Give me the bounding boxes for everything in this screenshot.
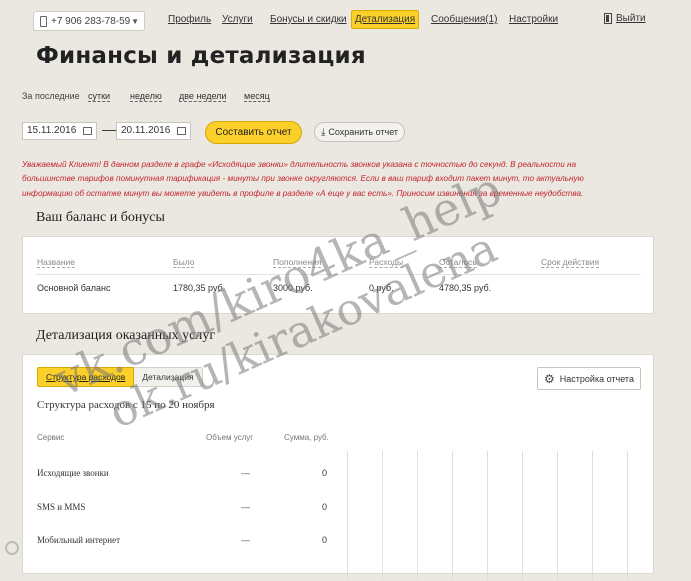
save-report-button[interactable]: ⤓ Сохранить отчет <box>314 122 405 142</box>
nav-profile[interactable]: Профиль <box>168 14 211 25</box>
calendar-icon[interactable] <box>177 127 186 135</box>
service-row-volume: — <box>241 468 250 478</box>
service-row-sum: 0 <box>322 468 328 478</box>
service-row-label: SMS и MMS <box>37 502 86 512</box>
phone-icon <box>40 15 47 27</box>
phone-number: +7 906 283-78-59 <box>51 15 131 27</box>
chart-gridline <box>557 451 558 581</box>
nav-messages[interactable]: Сообщения(1) <box>431 14 498 25</box>
nav-services[interactable]: Услуги <box>222 14 253 25</box>
date-separator: — <box>102 121 116 137</box>
col-was[interactable]: Было <box>173 257 195 268</box>
phone-selector[interactable]: +7 906 283-78-59 ▼ <box>33 11 145 31</box>
service-row-volume: — <box>241 535 250 545</box>
period-two-weeks[interactable]: две недели <box>179 91 227 102</box>
service-row-sum: 0 <box>322 535 328 545</box>
chart-gridline <box>417 451 418 581</box>
chart-gridline <box>522 451 523 581</box>
calendar-icon[interactable] <box>83 127 92 135</box>
date-to-value: 20.11.2016 <box>121 125 171 136</box>
col-sum: Сумма, руб. <box>284 433 329 442</box>
logout-link[interactable]: Выйти <box>604 13 646 24</box>
nav-settings[interactable]: Настройки <box>509 14 558 25</box>
top-navigation-bar: +7 906 283-78-59 ▼ Профиль Услуги Бонусы… <box>0 0 691 44</box>
service-row-volume: — <box>241 502 250 512</box>
col-term[interactable]: Срок действия <box>541 257 600 268</box>
service-row-label: Исходящие звонки <box>37 468 109 478</box>
nav-details-active[interactable]: Детализация <box>351 10 419 29</box>
compose-report-button[interactable]: Составить отчет <box>205 121 302 144</box>
period-week[interactable]: неделю <box>130 91 162 102</box>
col-service: Сервис <box>37 433 65 442</box>
nav-bonuses[interactable]: Бонусы и скидки <box>270 14 347 25</box>
chart-gridline <box>452 451 453 581</box>
watermark-logo-icon <box>5 541 19 555</box>
chart-gridline <box>382 451 383 581</box>
date-to-input[interactable]: 20.11.2016 <box>116 122 191 140</box>
service-row-sum: 0 <box>322 502 328 512</box>
col-name[interactable]: Название <box>37 257 75 268</box>
page-title: Финансы и детализация <box>36 43 366 69</box>
report-settings-button[interactable]: ⚙ Настройка отчета <box>537 367 641 390</box>
logout-label: Выйти <box>616 13 646 24</box>
report-settings-label: Настройка отчета <box>559 373 634 384</box>
service-row-label: Мобильный интернет <box>37 535 121 545</box>
door-exit-icon <box>604 13 612 24</box>
download-icon: ⤓ <box>320 126 326 138</box>
date-from-value: 15.11.2016 <box>27 125 77 136</box>
date-from-input[interactable]: 15.11.2016 <box>22 122 97 140</box>
chart-gridline <box>487 451 488 581</box>
chevron-down-icon: ▼ <box>131 16 139 26</box>
notice-text: Уважаемый Клиент! В данном разделе в гра… <box>22 160 584 198</box>
chart-gridline <box>347 451 348 581</box>
chart-gridline <box>627 451 628 581</box>
period-day[interactable]: сутки <box>88 91 111 102</box>
save-report-label: Сохранить отчет <box>328 127 399 137</box>
period-label: За последние <box>22 91 80 101</box>
gear-icon: ⚙ <box>544 371 555 386</box>
row-name: Основной баланс <box>37 283 111 293</box>
period-month[interactable]: месяц <box>244 91 270 102</box>
col-volume: Объем услуг <box>206 433 254 442</box>
chart-gridline <box>592 451 593 581</box>
balance-section-title: Ваш баланс и бонусы <box>36 210 165 225</box>
